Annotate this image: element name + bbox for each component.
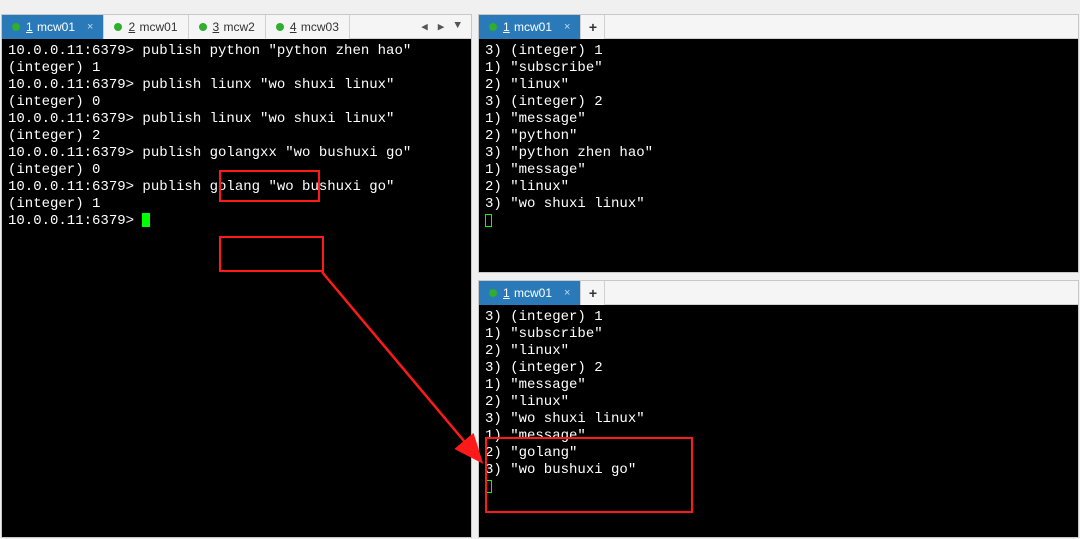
cursor-icon (485, 214, 492, 227)
terminal-line: 1) "subscribe" (485, 326, 1072, 343)
tab-mcw03-3[interactable]: 4 mcw03 (266, 15, 350, 39)
terminal-line: (integer) 1 (8, 60, 465, 77)
tab-nav-down-icon[interactable]: ▼ (450, 18, 465, 36)
tab-label: 3 mcw2 (213, 20, 255, 34)
terminal-line: 2) "linux" (485, 179, 1072, 196)
status-dot-icon (489, 23, 497, 31)
terminal-line: 10.0.0.11:6379> publish liunx "wo shuxi … (8, 77, 465, 94)
terminal-line: 1) "subscribe" (485, 60, 1072, 77)
tab-label: 2 mcw01 (128, 20, 177, 34)
tab-number: 4 (290, 20, 297, 34)
tab-number: 1 (503, 286, 510, 300)
terminal-line: 3) (integer) 2 (485, 94, 1072, 111)
status-dot-icon (276, 23, 284, 31)
new-tab-button[interactable]: + (581, 281, 605, 305)
terminal-line: (integer) 0 (8, 162, 465, 179)
terminal-line (485, 479, 1072, 496)
close-icon[interactable]: × (564, 21, 570, 33)
close-icon[interactable]: × (87, 21, 93, 33)
terminal-line: 10.0.0.11:6379> (8, 213, 465, 230)
terminal[interactable]: 3) (integer) 11) "subscribe"2) "linux"3)… (479, 39, 1078, 272)
new-tab-button[interactable]: + (581, 15, 605, 39)
status-dot-icon (114, 23, 122, 31)
terminal-line: 2) "python" (485, 128, 1072, 145)
terminal-line: 1) "message" (485, 377, 1072, 394)
tab-bar: 1 mcw01 × 2 mcw01 3 mcw2 4 mcw03 ◀ ▶ ▼ (2, 15, 471, 39)
tab-number: 2 (128, 20, 135, 34)
status-dot-icon (12, 23, 20, 31)
terminal-line: 3) "python zhen hao" (485, 145, 1072, 162)
tab-label: 1 mcw01 (26, 20, 75, 34)
terminal-line: 2) "golang" (485, 445, 1072, 462)
terminal-line: 3) (integer) 1 (485, 43, 1072, 60)
right-bottom-pane: 1 mcw01×+ 3) (integer) 11) "subscribe"2)… (478, 280, 1079, 538)
tab-number: 3 (213, 20, 220, 34)
terminal-line: 10.0.0.11:6379> publish golang "wo bushu… (8, 179, 465, 196)
terminal-line: 1) "message" (485, 162, 1072, 179)
terminal-line: 2) "linux" (485, 394, 1072, 411)
tab-mcw01-0[interactable]: 1 mcw01 × (479, 281, 581, 305)
cursor-icon (485, 480, 492, 493)
left-pane: 1 mcw01 × 2 mcw01 3 mcw2 4 mcw03 ◀ ▶ ▼ 10.0.… (1, 14, 472, 538)
tab-bar: 1 mcw01 × + (479, 281, 1078, 305)
terminal-line: (integer) 2 (8, 128, 465, 145)
terminal-line: 2) "linux" (485, 343, 1072, 360)
tab-nav-left-icon[interactable]: ◀ (417, 18, 432, 36)
status-dot-icon (199, 23, 207, 31)
terminal-line: 3) "wo bushuxi go" (485, 462, 1072, 479)
terminal[interactable]: 10.0.0.11:6379> publish python "python z… (2, 39, 471, 537)
cursor-icon (142, 213, 150, 227)
terminal-line: 1) "message" (485, 428, 1072, 445)
tab-nav-right-icon[interactable]: ▶ (434, 18, 449, 36)
terminal-line: 3) "wo shuxi linux" (485, 196, 1072, 213)
terminal-line: 1) "message" (485, 111, 1072, 128)
terminal-line: 3) (integer) 1 (485, 309, 1072, 326)
tab-label: 1 mcw01 (503, 286, 552, 300)
tab-number: 1 (503, 20, 510, 34)
tab-nav: ◀ ▶ ▼ (417, 18, 471, 36)
tab-mcw01-1[interactable]: 2 mcw01 (104, 15, 188, 39)
status-dot-icon (489, 289, 497, 297)
terminal[interactable]: 3) (integer) 11) "subscribe"2) "linux"3)… (479, 305, 1078, 537)
terminal-line (485, 213, 1072, 230)
tab-bar: 1 mcw01 × + (479, 15, 1078, 39)
tab-mcw01-0[interactable]: 1 mcw01 × (2, 15, 104, 39)
terminal-line: (integer) 0 (8, 94, 465, 111)
terminal-line: 2) "linux" (485, 77, 1072, 94)
tab-mcw2-2[interactable]: 3 mcw2 (189, 15, 266, 39)
tab-label: 1 mcw01 (503, 20, 552, 34)
close-icon[interactable]: × (564, 287, 570, 299)
terminal-line: 10.0.0.11:6379> publish python "python z… (8, 43, 465, 60)
terminal-line: (integer) 1 (8, 196, 465, 213)
tab-mcw01-0[interactable]: 1 mcw01 × (479, 15, 581, 39)
terminal-line: 3) "wo shuxi linux" (485, 411, 1072, 428)
terminal-line: 3) (integer) 2 (485, 360, 1072, 377)
tab-number: 1 (26, 20, 33, 34)
tab-label: 4 mcw03 (290, 20, 339, 34)
terminal-line: 10.0.0.11:6379> publish golangxx "wo bus… (8, 145, 465, 162)
terminal-line: 10.0.0.11:6379> publish linux "wo shuxi … (8, 111, 465, 128)
right-top-pane: 1 mcw01×+ 3) (integer) 11) "subscribe"2)… (478, 14, 1079, 273)
